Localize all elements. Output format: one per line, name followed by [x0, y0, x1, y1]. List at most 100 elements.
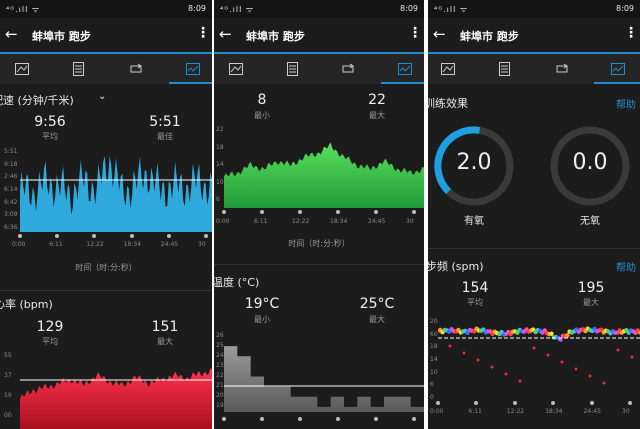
- x-tick-label: 18:34: [545, 408, 563, 415]
- y-tick-label: 10: [430, 368, 438, 376]
- chevron-down-icon[interactable]: ⌄: [98, 91, 106, 102]
- cadence-point: [565, 333, 570, 338]
- time-tick-dot: [298, 417, 302, 421]
- x-tick-label: 30: [198, 241, 206, 248]
- tab-overview-icon[interactable]: [438, 59, 458, 79]
- panel-elevation-temp: ⁴ᴳ.ıll ᯤ 8:09 ← 蚌埠市 跑步 ⋮ 8 最小 22 最大 22 18…: [214, 0, 424, 429]
- pace-avg-value: 9:56: [34, 114, 66, 130]
- y-tick-label: 37: [4, 372, 12, 379]
- tab-bar: [214, 54, 424, 84]
- tab-laps-icon[interactable]: [552, 59, 572, 79]
- cadence-help-link[interactable]: 帮助: [616, 259, 636, 274]
- tab-bar: [0, 54, 212, 84]
- heart-avg-label: 平均: [42, 337, 58, 346]
- x-tick-label: 24:45: [583, 408, 601, 415]
- panel-training-cadence: ⁴ᴳ.ıll ᯤ 8:09 ← 蚌埠市 跑步 ⋮ 训练效果 帮助 2.0 有氧 …: [428, 0, 640, 429]
- more-menu-icon[interactable]: ⋮: [624, 25, 638, 41]
- time-tick-dot: [222, 417, 226, 421]
- time-tick-dot: [374, 417, 378, 421]
- elevation-chart: [224, 130, 424, 208]
- cadence-outlier-point: [560, 360, 564, 364]
- time-tick-dot: [222, 210, 226, 214]
- tab-overview-icon[interactable]: [226, 59, 246, 79]
- x-tick-label: 18:34: [330, 218, 348, 225]
- series-area: [20, 368, 212, 429]
- y-tick-label: 18: [216, 143, 224, 151]
- time-tick-dot: [55, 234, 60, 238]
- elev-max-value: 22: [368, 92, 386, 108]
- heart-avg-value: 129: [36, 319, 64, 335]
- heart-title: 心率 (bpm): [0, 298, 53, 311]
- tab-details-icon[interactable]: [282, 59, 302, 79]
- y-tick-label: 19: [4, 392, 12, 399]
- pace-chart: [20, 148, 212, 232]
- tab-details-icon[interactable]: [494, 59, 514, 79]
- x-tick-label: 12:22: [292, 218, 310, 225]
- x-tick-label: 12:22: [86, 241, 104, 248]
- time-tick-dot: [166, 234, 171, 238]
- time-tick-dot: [551, 401, 556, 405]
- y-tick-label: 0: [430, 394, 434, 401]
- x-tick-label: 24:45: [368, 218, 386, 225]
- y-tick-label: 23: [216, 362, 224, 369]
- cadence-outlier-point: [546, 353, 550, 357]
- temp-max-value: 25°C: [359, 296, 395, 312]
- x-tick-label: 6:11: [468, 408, 482, 415]
- time-tick-dot: [412, 417, 416, 421]
- status-bar: ⁴ᴳ.ıll ᯤ 8:09: [428, 0, 640, 18]
- temp-title: 温度 (°C): [214, 276, 260, 289]
- pace-x-label: 时间（时:分:秒）: [75, 263, 137, 272]
- more-menu-icon[interactable]: ⋮: [196, 25, 210, 41]
- tab-charts-icon[interactable]: [169, 59, 212, 84]
- cadence-outlier-point: [476, 358, 480, 362]
- back-arrow-icon[interactable]: ←: [219, 25, 232, 43]
- temp-min-label: 最小: [254, 315, 270, 324]
- y-tick-label: 00: [4, 412, 12, 419]
- back-arrow-icon[interactable]: ←: [5, 25, 18, 43]
- cadence-outlier-point: [630, 355, 634, 359]
- x-tick-label: 0:00: [12, 241, 26, 248]
- panel-pace-heart: ⁴ᴳ.ıll ᯤ 8:09 ← 蚌埠市 跑步 ⋮ 配速 (分钟/千米) ⌄ 9:…: [0, 0, 212, 429]
- x-tick-label: 0:00: [430, 408, 444, 415]
- tab-charts-icon[interactable]: [594, 59, 640, 84]
- cadence-avg-label: 平均: [467, 298, 483, 307]
- tab-charts-icon[interactable]: [381, 59, 424, 84]
- cadence-outlier-point: [462, 351, 466, 355]
- x-tick-label: 30: [406, 218, 414, 225]
- pace-best-value: 5:51: [149, 114, 181, 130]
- heart-max-value: 151: [151, 319, 179, 335]
- y-tick-label: 22: [216, 372, 224, 379]
- y-tick-label: 20: [216, 392, 224, 399]
- tab-laps-icon[interactable]: [338, 59, 358, 79]
- cadence-point: [549, 331, 554, 336]
- y-tick-label: 6:14: [4, 186, 18, 193]
- y-tick-label: 10: [216, 178, 224, 186]
- signal-icon: ⁴ᴳ.ıll ᯤ: [6, 5, 41, 14]
- y-tick-label: 19: [216, 402, 224, 409]
- time-tick-dot: [298, 210, 302, 214]
- x-tick-label: 6:11: [254, 218, 268, 225]
- more-menu-icon[interactable]: ⋮: [408, 25, 422, 41]
- tab-details-icon[interactable]: [68, 59, 88, 79]
- pace-title: 配速 (分钟/千米): [0, 94, 74, 107]
- section-divider: [0, 290, 212, 291]
- back-arrow-icon[interactable]: ←: [433, 25, 446, 43]
- training-effect-title: 训练效果: [428, 97, 468, 110]
- aerobic-value: 2.0: [456, 150, 492, 175]
- y-tick-label: 21: [216, 382, 224, 389]
- section-divider: [214, 264, 424, 265]
- training-help-link[interactable]: 帮助: [616, 96, 636, 111]
- time-tick-dot: [474, 401, 479, 405]
- section-divider: [428, 248, 640, 249]
- cadence-avg-value: 154: [461, 280, 489, 296]
- temp-max-label: 最大: [369, 315, 385, 324]
- x-tick-label: 12:22: [506, 408, 525, 415]
- y-tick-label: 24: [216, 352, 224, 359]
- cadence-outlier-point: [574, 367, 578, 371]
- time-tick-dot: [204, 234, 208, 238]
- tab-overview-icon[interactable]: [12, 59, 32, 79]
- y-tick-label: 18: [430, 343, 438, 351]
- y-tick-label: 9:18: [4, 160, 18, 168]
- cadence-outlier-point: [448, 344, 452, 348]
- tab-laps-icon[interactable]: [126, 59, 146, 79]
